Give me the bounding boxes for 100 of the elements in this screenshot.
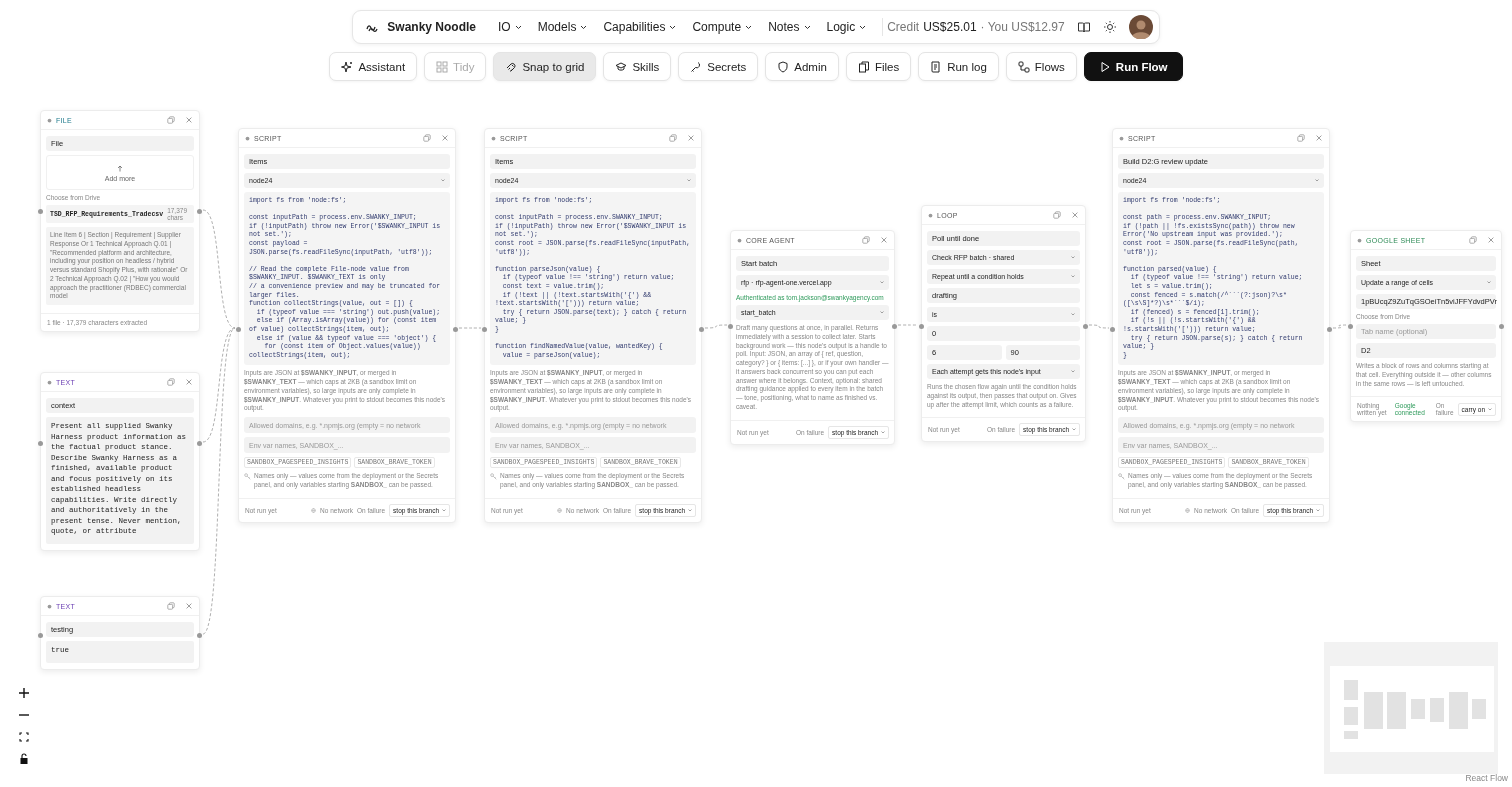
close-icon[interactable]	[1071, 211, 1079, 219]
menu-item[interactable]: Compute	[692, 20, 753, 34]
copy-icon[interactable]	[1469, 236, 1477, 244]
connector	[704, 324, 728, 329]
connection-handle[interactable]	[482, 326, 487, 332]
toolbar-button[interactable]: Snap to grid	[493, 52, 597, 81]
avatar[interactable]	[1128, 15, 1153, 39]
close-icon[interactable]	[1487, 236, 1495, 244]
connection-handle[interactable]	[38, 440, 43, 446]
connection-handle[interactable]	[38, 208, 43, 214]
drag-dot-icon	[491, 135, 496, 141]
close-icon[interactable]	[880, 236, 888, 244]
nodes-icon	[1017, 60, 1030, 73]
text-node[interactable]	[40, 372, 200, 551]
form-node[interactable]	[1350, 230, 1502, 423]
connector	[458, 327, 482, 329]
chevron-down-icon	[1071, 313, 1075, 316]
toolbar-button[interactable]: Skills	[603, 52, 672, 81]
connection-handle[interactable]	[1499, 323, 1504, 329]
close-icon[interactable]	[441, 134, 449, 142]
connector	[897, 324, 919, 326]
menu-item[interactable]: Capabilities	[603, 20, 677, 34]
copy-icon[interactable]	[167, 116, 175, 124]
close-icon[interactable]	[185, 378, 193, 386]
form-node[interactable]	[730, 230, 895, 445]
connection-handle[interactable]	[728, 323, 733, 329]
drag-dot-icon	[47, 379, 52, 385]
chevron-down-icon	[1071, 256, 1075, 259]
close-icon[interactable]	[687, 134, 695, 142]
upload-arrow-icon	[117, 165, 123, 172]
credit-amount: US$25.01	[923, 20, 977, 34]
connection-handle[interactable]	[1110, 326, 1115, 332]
chevron-down-icon	[442, 508, 446, 512]
connection-handle[interactable]	[197, 440, 202, 446]
file-node[interactable]	[40, 110, 200, 333]
toolbar-button[interactable]: Assistant	[329, 52, 418, 81]
drag-dot-icon	[737, 237, 742, 243]
copy-icon[interactable]	[1053, 211, 1061, 219]
copy-icon[interactable]	[862, 236, 870, 244]
connection-handle[interactable]	[236, 326, 241, 332]
close-icon[interactable]	[185, 602, 193, 610]
menu-item[interactable]: Logic	[826, 20, 867, 34]
app-name: Swanky Noodle	[387, 20, 477, 34]
drag-dot-icon	[928, 212, 933, 218]
close-icon[interactable]	[1315, 134, 1323, 142]
connection-handle[interactable]	[453, 326, 458, 332]
drag-dot-icon	[47, 603, 52, 609]
chevron-down-icon	[1487, 281, 1491, 284]
user-spend: · You US$12.97	[980, 20, 1065, 34]
copy-icon[interactable]	[423, 134, 431, 142]
chevron-down-icon	[859, 24, 867, 30]
chevron-down-icon	[880, 311, 884, 314]
connection-handle[interactable]	[699, 326, 704, 332]
chevron-down-icon	[1488, 407, 1492, 411]
drag-dot-icon	[245, 135, 250, 141]
globe-icon	[311, 507, 317, 513]
connection-handle[interactable]	[1327, 326, 1332, 332]
globe-icon	[1185, 507, 1191, 513]
chevron-down-icon	[441, 179, 445, 182]
book-icon[interactable]	[1076, 20, 1091, 34]
attribution-link[interactable]: React Flow	[1465, 773, 1508, 783]
chevron-down-icon	[881, 430, 885, 434]
credit-label: Credit	[887, 20, 920, 34]
play-icon	[1098, 60, 1111, 73]
connection-handle[interactable]	[919, 323, 924, 329]
menu-item[interactable]: Models	[537, 20, 588, 34]
graduation-cap-icon	[615, 60, 628, 73]
connection-handle[interactable]	[1083, 323, 1088, 329]
connection-handle[interactable]	[892, 323, 897, 329]
sun-icon[interactable]	[1102, 20, 1117, 34]
chevron-down-icon	[580, 24, 588, 30]
chevron-down-icon	[1071, 275, 1075, 278]
toolbar-button[interactable]: Files	[845, 52, 912, 81]
menu-item[interactable]: IO	[498, 20, 522, 34]
toolbar-button[interactable]: Flows	[1005, 52, 1077, 81]
copy-icon[interactable]	[669, 134, 677, 142]
script-node[interactable]	[238, 128, 456, 523]
drag-dot-icon	[1357, 237, 1362, 243]
copy-icon[interactable]	[167, 602, 175, 610]
toolbar-button[interactable]: Admin	[765, 52, 839, 81]
shield-icon	[777, 60, 790, 73]
connection-handle[interactable]	[197, 632, 202, 638]
script-node[interactable]	[484, 128, 702, 523]
copy-icon[interactable]	[167, 378, 175, 386]
chevron-down-icon	[745, 24, 753, 30]
toolbar-button[interactable]: Run log	[918, 52, 999, 81]
chevron-down-icon	[688, 508, 692, 512]
chevron-down-icon	[1316, 508, 1320, 512]
script-node[interactable]	[1112, 128, 1330, 523]
chevron-down-icon	[514, 24, 522, 30]
form-node[interactable]	[921, 205, 1086, 443]
connection-handle[interactable]	[38, 632, 43, 638]
chevron-down-icon	[687, 179, 691, 182]
connection-handle[interactable]	[1348, 323, 1353, 329]
copy-icon[interactable]	[1297, 134, 1305, 142]
close-icon[interactable]	[185, 116, 193, 124]
toolbar-button[interactable]: Run Flow	[1083, 52, 1183, 81]
toolbar-button[interactable]: Secrets	[678, 52, 759, 81]
menu-item[interactable]: Notes	[768, 20, 811, 34]
connection-handle[interactable]	[197, 208, 202, 214]
